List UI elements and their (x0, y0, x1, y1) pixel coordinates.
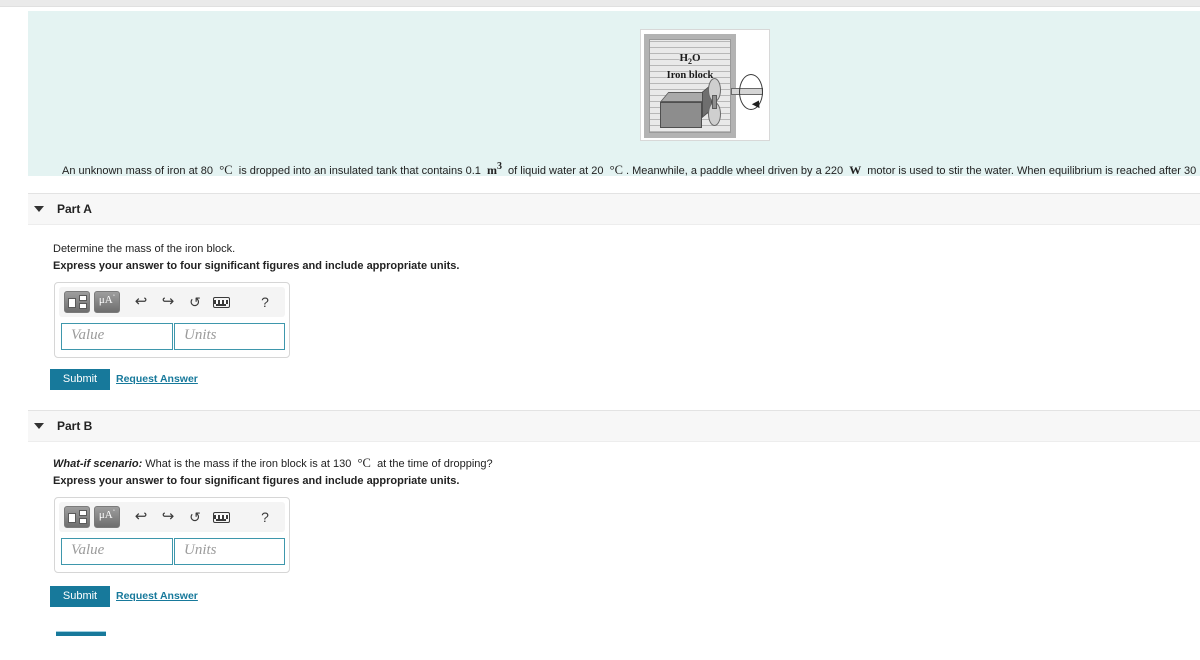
part-b-value-input[interactable]: Value (61, 538, 173, 565)
math-template-button-b[interactable] (64, 506, 90, 528)
paddle-hub (712, 95, 717, 109)
part-b-toolbar: μA˚ ↩ ↪ ↺ ? (59, 502, 285, 532)
part-b-units-placeholder: Units (184, 542, 217, 558)
units-template-button-a[interactable]: μA˚ (94, 291, 120, 313)
problem-figure: H2O Iron block (640, 29, 770, 141)
statement-unit-watt: W (846, 163, 865, 177)
part-a-header[interactable]: Part A (28, 193, 1200, 225)
template-glyph-top-right (79, 295, 87, 301)
statement-seg-1: An unknown mass of iron at 80 (62, 165, 214, 177)
part-b-answer-widget: μA˚ ↩ ↪ ↺ ? Value Units (54, 497, 290, 573)
part-a-toolbar: μA˚ ↩ ↪ ↺ ? (59, 287, 285, 317)
units-glyph: μA˚ (98, 509, 116, 521)
part-a-units-input[interactable]: Units (174, 323, 285, 350)
template-glyph-left (68, 298, 76, 308)
statement-unit-degc-2: °C (606, 163, 623, 177)
part-a-answer-widget: μA˚ ↩ ↪ ↺ ? Value Units (54, 282, 290, 358)
statement-seg-4: . Meanwhile, a paddle wheel driven by a … (626, 165, 844, 177)
next-part-partial-button[interactable] (56, 631, 106, 636)
page-root: H2O Iron block An unknown mass of iron a… (0, 0, 1200, 660)
part-b-units-input[interactable]: Units (174, 538, 285, 565)
chevron-down-icon-part-a[interactable] (34, 206, 44, 212)
undo-icon-b[interactable]: ↩ (131, 506, 151, 528)
part-b-question-prefix: What-if scenario: (53, 458, 143, 470)
chevron-down-icon-part-b[interactable] (34, 423, 44, 429)
statement-seg-5: motor is used to stir the water. When eq… (867, 165, 1197, 177)
part-a-body: Determine the mass of the iron block. Ex… (28, 225, 1200, 403)
undo-icon-a[interactable]: ↩ (131, 291, 151, 313)
part-b-question-unit: °C (354, 456, 374, 470)
template-glyph-top-right (79, 510, 87, 516)
iron-block-front-face (660, 102, 702, 128)
part-b-title: Part B (57, 419, 93, 433)
statement-seg-2: is dropped into an insulated tank that c… (238, 165, 481, 177)
keyboard-icon-a[interactable] (213, 297, 230, 308)
part-a-value-input[interactable]: Value (61, 323, 173, 350)
help-icon-a[interactable]: ? (255, 291, 275, 313)
template-glyph-bottom-right (79, 518, 87, 524)
part-b-value-placeholder: Value (71, 542, 105, 558)
statement-seg-3: of liquid water at 20 (508, 165, 604, 177)
problem-statement: An unknown mass of iron at 80 °C is drop… (62, 159, 1196, 183)
tank-interior: H2O Iron block (649, 39, 731, 133)
math-template-button-a[interactable] (64, 291, 90, 313)
part-a-title: Part A (57, 202, 92, 216)
statement-unit-degc-1: °C (216, 163, 236, 177)
part-a-instruction: Express your answer to four significant … (53, 260, 460, 272)
part-a-question: Determine the mass of the iron block. (53, 243, 236, 255)
units-template-button-b[interactable]: μA˚ (94, 506, 120, 528)
reset-icon-a[interactable]: ↺ (185, 291, 205, 313)
problem-banner: H2O Iron block An unknown mass of iron a… (28, 11, 1200, 177)
redo-icon-b[interactable]: ↪ (158, 506, 178, 528)
part-b-submit-button[interactable]: Submit (50, 586, 110, 607)
template-glyph-left (68, 513, 76, 523)
part-b-instruction: Express your answer to four significant … (53, 475, 460, 487)
part-b-question-main: What is the mass if the iron block is at… (145, 458, 352, 470)
template-glyph-bottom-right (79, 303, 87, 309)
part-b-question-suffix: at the time of dropping? (377, 458, 493, 470)
part-b-body: What-if scenario: What is the mass if th… (28, 442, 1200, 660)
part-b-header[interactable]: Part B (28, 410, 1200, 442)
statement-unit-m3: m3 (483, 161, 502, 177)
part-b-request-answer-link[interactable]: Request Answer (116, 590, 198, 602)
redo-icon-a[interactable]: ↪ (158, 291, 178, 313)
reset-icon-b[interactable]: ↺ (185, 506, 205, 528)
keyboard-icon-b[interactable] (213, 512, 230, 523)
part-a-submit-button[interactable]: Submit (50, 369, 110, 390)
part-b-question: What-if scenario: What is the mass if th… (53, 456, 493, 471)
top-strip (0, 0, 1200, 7)
help-icon-b[interactable]: ? (255, 506, 275, 528)
part-a-units-placeholder: Units (184, 327, 217, 343)
figure-label-water: H2O (679, 52, 701, 67)
part-a-request-answer-link[interactable]: Request Answer (116, 373, 198, 385)
units-glyph: μA˚ (98, 294, 116, 306)
part-a-value-placeholder: Value (71, 327, 105, 343)
